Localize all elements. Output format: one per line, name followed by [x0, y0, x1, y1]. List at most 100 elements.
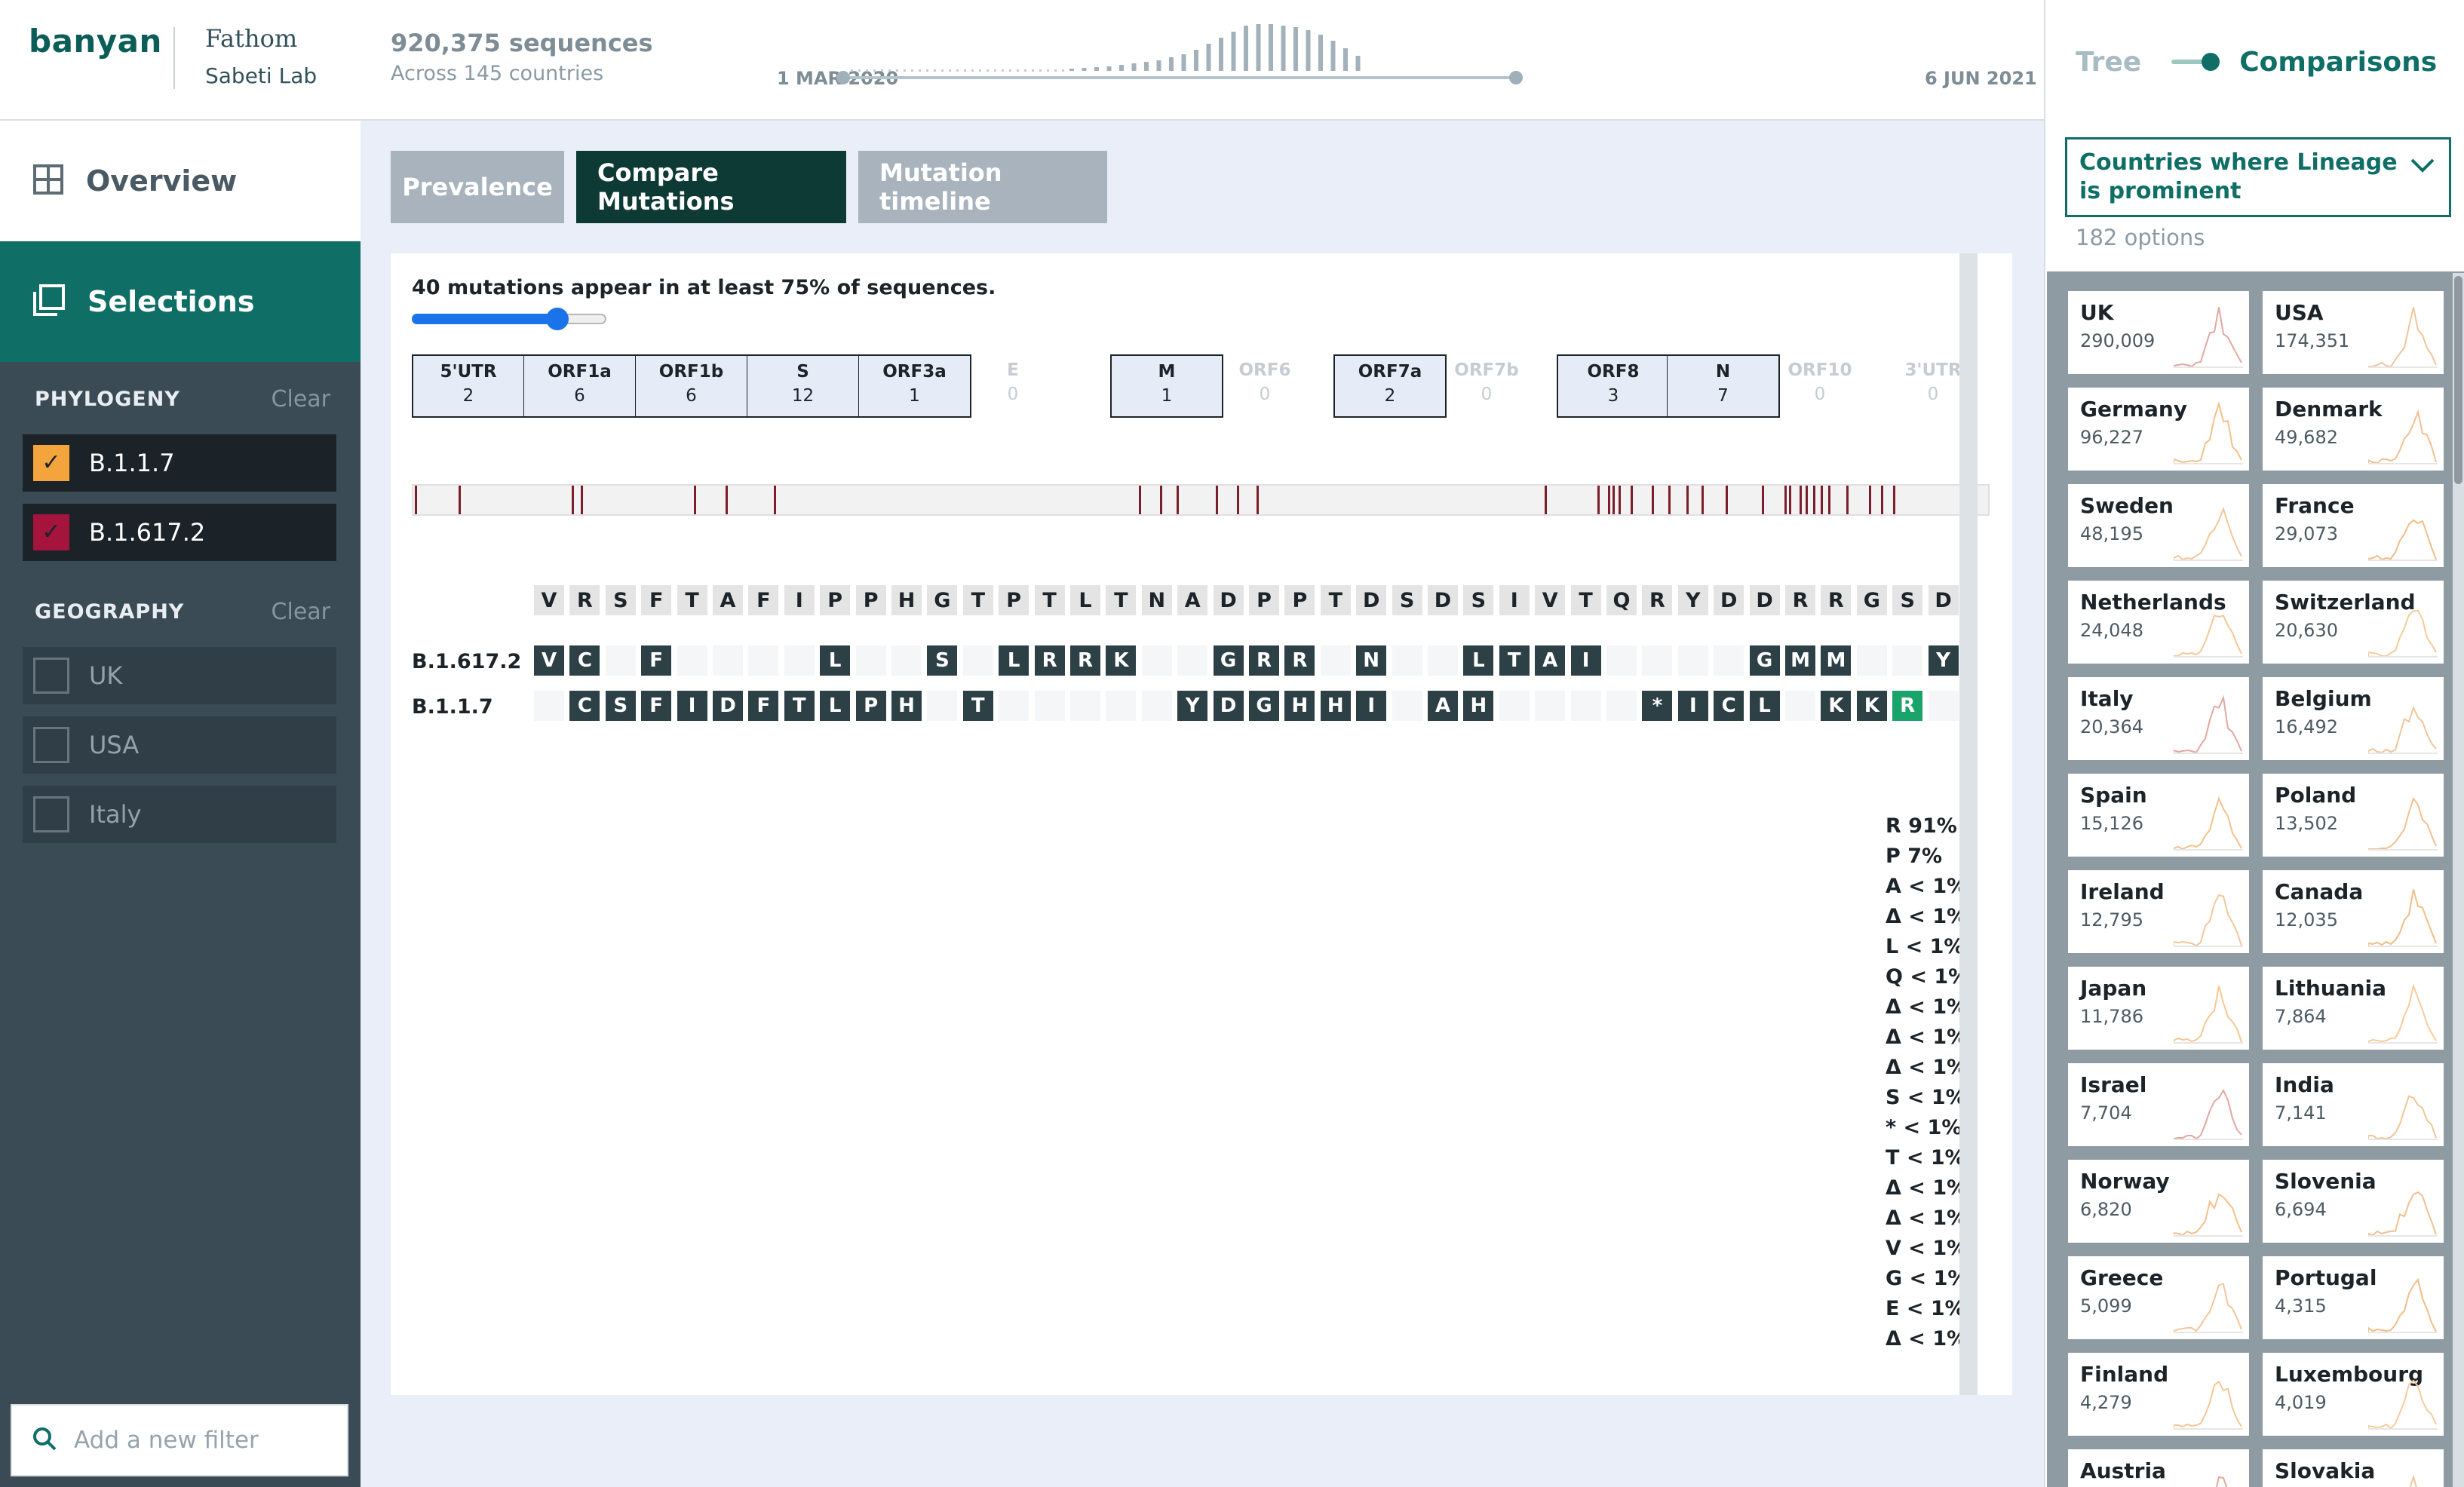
- mutation-cell[interactable]: C: [569, 645, 600, 676]
- empty-mutation-cell[interactable]: [1034, 691, 1065, 721]
- empty-mutation-cell[interactable]: [1606, 645, 1637, 676]
- gene-box-orf8[interactable]: ORF8 3: [1557, 354, 1670, 418]
- country-card-uk[interactable]: UK 290,009: [2068, 291, 2249, 374]
- mutation-tick[interactable]: [1893, 486, 1895, 514]
- mutation-cell[interactable]: T: [784, 691, 815, 721]
- empty-mutation-cell[interactable]: [1106, 691, 1137, 721]
- mutation-cell[interactable]: R: [1892, 691, 1923, 721]
- empty-mutation-cell[interactable]: [1606, 691, 1637, 721]
- country-card-italy[interactable]: Italy 20,364: [2068, 677, 2249, 760]
- threshold-slider[interactable]: [412, 306, 608, 330]
- empty-mutation-cell[interactable]: [1570, 691, 1601, 721]
- geography-item-uk[interactable]: UK: [23, 647, 336, 704]
- mutation-cell[interactable]: H: [1284, 691, 1315, 721]
- mutation-tick[interactable]: [1821, 486, 1823, 514]
- mutation-cell[interactable]: F: [748, 691, 779, 721]
- mutation-cell[interactable]: S: [927, 645, 958, 676]
- add-filter-box[interactable]: [11, 1404, 348, 1476]
- country-card-denmark[interactable]: Denmark 49,682: [2263, 388, 2444, 471]
- country-select-dropdown[interactable]: Countries where Lineage is prominent: [2065, 137, 2451, 217]
- country-card-greece[interactable]: Greece 5,099: [2068, 1256, 2249, 1339]
- gene-box-m[interactable]: M1: [1110, 354, 1223, 418]
- mutation-cell[interactable]: I: [677, 691, 707, 721]
- mutation-cell[interactable]: L: [820, 645, 851, 676]
- mutation-cell[interactable]: L: [820, 691, 851, 721]
- mutation-cell[interactable]: G: [1249, 691, 1279, 721]
- empty-mutation-cell[interactable]: [713, 645, 743, 676]
- mutation-tick[interactable]: [1160, 486, 1162, 514]
- gene-box-5utr[interactable]: 5'UTR 2: [412, 354, 525, 418]
- mutation-cell[interactable]: H: [891, 691, 922, 721]
- mutation-cell[interactable]: A: [1535, 645, 1566, 676]
- genome-track[interactable]: [412, 484, 1990, 516]
- checkbox-checked[interactable]: ✓: [33, 514, 69, 550]
- mutation-cell[interactable]: G: [1749, 645, 1780, 676]
- mutation-cell[interactable]: H: [1463, 691, 1494, 721]
- mutation-cell[interactable]: Y: [1928, 645, 1959, 676]
- mutation-cell[interactable]: K: [1856, 691, 1887, 721]
- empty-mutation-cell[interactable]: [1141, 645, 1172, 676]
- empty-mutation-cell[interactable]: [962, 645, 993, 676]
- country-card-ireland[interactable]: Ireland 12,795: [2068, 870, 2249, 953]
- empty-mutation-cell[interactable]: [1785, 691, 1815, 721]
- mutation-tick[interactable]: [415, 486, 417, 514]
- empty-mutation-cell[interactable]: [534, 691, 564, 721]
- empty-mutation-cell[interactable]: [1892, 645, 1923, 676]
- gene-box-orf7a[interactable]: ORF7a 2: [1333, 354, 1447, 418]
- country-card-portugal[interactable]: Portugal 4,315: [2263, 1256, 2444, 1339]
- mutation-cell[interactable]: C: [1714, 691, 1744, 721]
- mutation-tick[interactable]: [581, 486, 583, 514]
- empty-mutation-cell[interactable]: [1428, 645, 1458, 676]
- mutation-tick[interactable]: [1762, 486, 1764, 514]
- country-card-japan[interactable]: Japan 11,786: [2068, 967, 2249, 1050]
- mutation-cell[interactable]: V: [534, 645, 564, 676]
- mutation-tick[interactable]: [1216, 486, 1218, 514]
- empty-mutation-cell[interactable]: [927, 691, 958, 721]
- mutation-cell[interactable]: R: [1249, 645, 1279, 676]
- tab-compare-mutations[interactable]: Compare Mutations: [576, 151, 846, 223]
- country-card-india[interactable]: India 7,141: [2263, 1063, 2444, 1146]
- empty-mutation-cell[interactable]: [1677, 645, 1708, 676]
- country-card-spain[interactable]: Spain 15,126: [2068, 774, 2249, 857]
- checkbox-unchecked[interactable]: [33, 727, 69, 763]
- mutation-tick[interactable]: [1612, 486, 1615, 514]
- empty-mutation-cell[interactable]: [999, 691, 1029, 721]
- empty-mutation-cell[interactable]: [1070, 691, 1100, 721]
- mutation-tick[interactable]: [1631, 486, 1633, 514]
- mutation-tick[interactable]: [1545, 486, 1547, 514]
- mutation-tick[interactable]: [774, 486, 776, 514]
- empty-mutation-cell[interactable]: [784, 645, 815, 676]
- phylogeny-clear-button[interactable]: Clear: [272, 386, 330, 412]
- mutation-cell[interactable]: I: [1677, 691, 1708, 721]
- nav-overview[interactable]: Overview: [0, 121, 361, 241]
- empty-mutation-cell[interactable]: [1714, 645, 1744, 676]
- mutation-tick[interactable]: [572, 486, 574, 514]
- mutation-cell[interactable]: C: [569, 691, 600, 721]
- mutation-tick[interactable]: [1237, 486, 1239, 514]
- gene-box-s[interactable]: S 12: [747, 354, 860, 418]
- mutation-cell[interactable]: L: [999, 645, 1029, 676]
- empty-mutation-cell[interactable]: [1320, 645, 1351, 676]
- mutation-cell[interactable]: P: [855, 691, 886, 721]
- app-logo[interactable]: banyan: [29, 23, 162, 60]
- mutation-cell[interactable]: G: [1213, 645, 1244, 676]
- phylogeny-item-b16172[interactable]: ✓ B.1.617.2: [23, 504, 336, 561]
- mutation-cell[interactable]: F: [641, 691, 672, 721]
- gene-box-orf7b[interactable]: ORF7b 0: [1445, 354, 1528, 418]
- mutation-cell[interactable]: R: [1034, 645, 1065, 676]
- geography-item-italy[interactable]: Italy: [23, 786, 336, 843]
- mutation-cell[interactable]: S: [605, 691, 636, 721]
- empty-mutation-cell[interactable]: [891, 645, 922, 676]
- empty-mutation-cell[interactable]: [1499, 691, 1530, 721]
- mutation-cell[interactable]: I: [1570, 645, 1601, 676]
- country-card-norway[interactable]: Norway 6,820: [2068, 1160, 2249, 1243]
- nav-selections[interactable]: Selections: [0, 241, 361, 362]
- empty-mutation-cell[interactable]: [748, 645, 779, 676]
- country-card-sweden[interactable]: Sweden 48,195: [2068, 484, 2249, 567]
- mutation-tick[interactable]: [1701, 486, 1704, 514]
- toggle-switch[interactable]: [2171, 53, 2220, 71]
- mutation-cell[interactable]: K: [1106, 645, 1137, 676]
- country-card-slovakia[interactable]: Slovakia: [2263, 1449, 2444, 1487]
- mutation-cell[interactable]: D: [1213, 691, 1244, 721]
- empty-mutation-cell[interactable]: [1856, 645, 1887, 676]
